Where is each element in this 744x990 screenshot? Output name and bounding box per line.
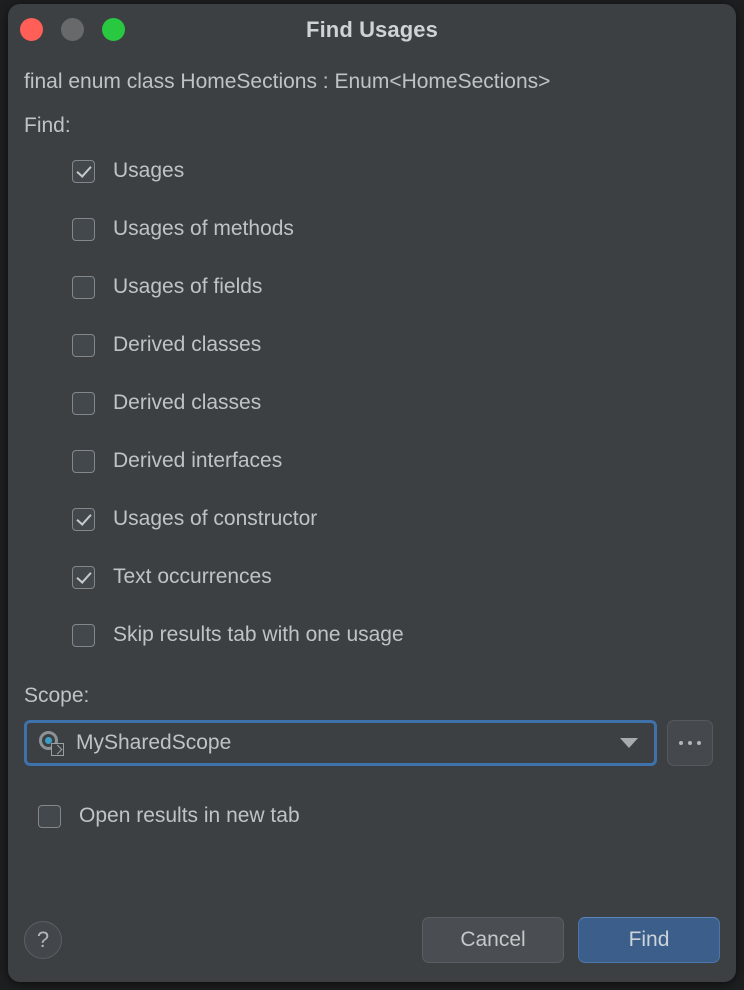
find-options-list: Usages Usages of methods Usages of field…	[24, 154, 720, 652]
ellipsis-dot-2	[688, 741, 692, 745]
scope-label: Scope:	[24, 684, 720, 708]
find-button[interactable]: Find	[578, 917, 720, 963]
checkbox-row-open-results-new-tab[interactable]: Open results in new tab	[24, 804, 720, 828]
checkbox-row-skip-results-tab[interactable]: Skip results tab with one usage	[72, 618, 720, 652]
checkbox-row-derived-interfaces[interactable]: Derived interfaces	[72, 444, 720, 478]
scope-more-button[interactable]	[667, 720, 713, 766]
checkbox-row-text-occurrences[interactable]: Text occurrences	[72, 560, 720, 594]
ellipsis-dot-1	[679, 741, 683, 745]
chevron-down-icon[interactable]	[620, 738, 638, 748]
checkbox-label-open-results-new-tab: Open results in new tab	[79, 804, 300, 828]
target-signature: final enum class HomeSections : Enum<Hom…	[24, 70, 720, 94]
checkbox-label-derived-interfaces: Derived interfaces	[113, 449, 282, 473]
checkbox-label-usages: Usages	[113, 159, 184, 183]
scope-combobox[interactable]: MySharedScope	[24, 720, 657, 766]
dialog-footer: ? Cancel Find	[24, 917, 720, 963]
checkbox-label-usages-of-fields: Usages of fields	[113, 275, 262, 299]
shared-scope-icon	[38, 730, 64, 756]
checkbox-derived-interfaces[interactable]	[72, 450, 95, 473]
checkbox-usages-of-constructor[interactable]	[72, 508, 95, 531]
checkbox-open-results-new-tab[interactable]	[38, 805, 61, 828]
dialog-title: Find Usages	[8, 17, 736, 43]
checkbox-row-usages[interactable]: Usages	[72, 154, 720, 188]
checkbox-label-derived-classes-2: Derived classes	[113, 391, 261, 415]
checkbox-derived-classes-1[interactable]	[72, 334, 95, 357]
checkbox-label-derived-classes-1: Derived classes	[113, 333, 261, 357]
scope-shared-badge-icon	[51, 743, 64, 756]
checkbox-row-derived-classes-1[interactable]: Derived classes	[72, 328, 720, 362]
find-section-label: Find:	[24, 114, 720, 138]
title-bar: Find Usages	[8, 4, 736, 56]
checkbox-usages-of-methods[interactable]	[72, 218, 95, 241]
checkbox-label-usages-of-constructor: Usages of constructor	[113, 507, 317, 531]
checkbox-label-skip-results-tab: Skip results tab with one usage	[113, 623, 404, 647]
checkbox-label-text-occurrences: Text occurrences	[113, 565, 272, 589]
checkbox-text-occurrences[interactable]	[72, 566, 95, 589]
find-usages-dialog: Find Usages final enum class HomeSection…	[8, 4, 736, 982]
dialog-body: final enum class HomeSections : Enum<Hom…	[8, 70, 736, 828]
checkbox-row-usages-of-methods[interactable]: Usages of methods	[72, 212, 720, 246]
checkbox-usages-of-fields[interactable]	[72, 276, 95, 299]
scope-row: MySharedScope	[24, 720, 720, 766]
checkbox-row-usages-of-fields[interactable]: Usages of fields	[72, 270, 720, 304]
scope-selected-value: MySharedScope	[76, 731, 620, 755]
checkbox-row-usages-of-constructor[interactable]: Usages of constructor	[72, 502, 720, 536]
cancel-button[interactable]: Cancel	[422, 917, 564, 963]
checkbox-usages[interactable]	[72, 160, 95, 183]
checkbox-label-usages-of-methods: Usages of methods	[113, 217, 294, 241]
checkbox-derived-classes-2[interactable]	[72, 392, 95, 415]
checkbox-skip-results-tab[interactable]	[72, 624, 95, 647]
help-button[interactable]: ?	[24, 921, 62, 959]
checkbox-row-derived-classes-2[interactable]: Derived classes	[72, 386, 720, 420]
ellipsis-dot-3	[697, 741, 701, 745]
